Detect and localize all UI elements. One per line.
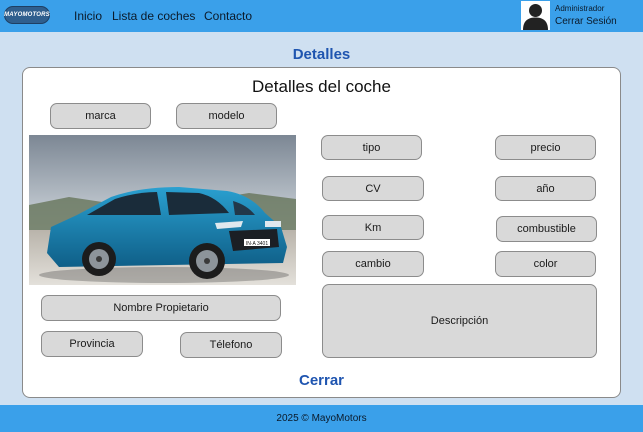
field-anio: año [495,176,596,201]
nav-link-contacto[interactable]: Contacto [204,9,252,23]
brand-logo[interactable]: MAYOMOTORS [4,6,50,24]
card-title: Detalles del coche [252,77,391,96]
footer: 2025 © MayoMotors [0,405,643,432]
user-icon [523,4,548,30]
field-color: color [495,251,596,277]
field-modelo: modelo [176,103,277,129]
field-cambio: cambio [322,251,424,277]
field-provincia: Provincia [41,331,143,357]
page-heading: Detalles [292,46,351,63]
field-marca: marca [50,103,151,129]
field-precio: precio [495,135,596,160]
close-button[interactable]: Cerrar [23,372,620,389]
brand-logo-text: MAYOMOTORS [4,12,50,18]
car-details-card: Detalles del coche marca modelo IN·A 340… [22,67,621,398]
user-role-label: Administrador [555,4,605,13]
nav-link-lista-coches[interactable]: Lista de coches [112,9,195,23]
logout-link[interactable]: Cerrar Sesión [555,16,617,27]
navbar: MAYOMOTORS Inicio Lista de coches Contac… [0,0,643,32]
field-telefono: Télefono [180,332,282,358]
nav-link-inicio[interactable]: Inicio [74,9,102,23]
field-cv: CV [322,176,424,201]
field-propietario: Nombre Propietario [41,295,281,321]
field-descripcion: Descripción [322,284,597,358]
car-photo: IN·A 3401 [29,135,296,285]
license-plate-text: IN·A 3401 [246,241,268,247]
field-combustible: combustible [496,216,597,242]
user-avatar [521,1,550,30]
field-tipo: tipo [321,135,422,160]
footer-text: 2025 © MayoMotors [276,413,367,424]
field-km: Km [322,215,424,240]
